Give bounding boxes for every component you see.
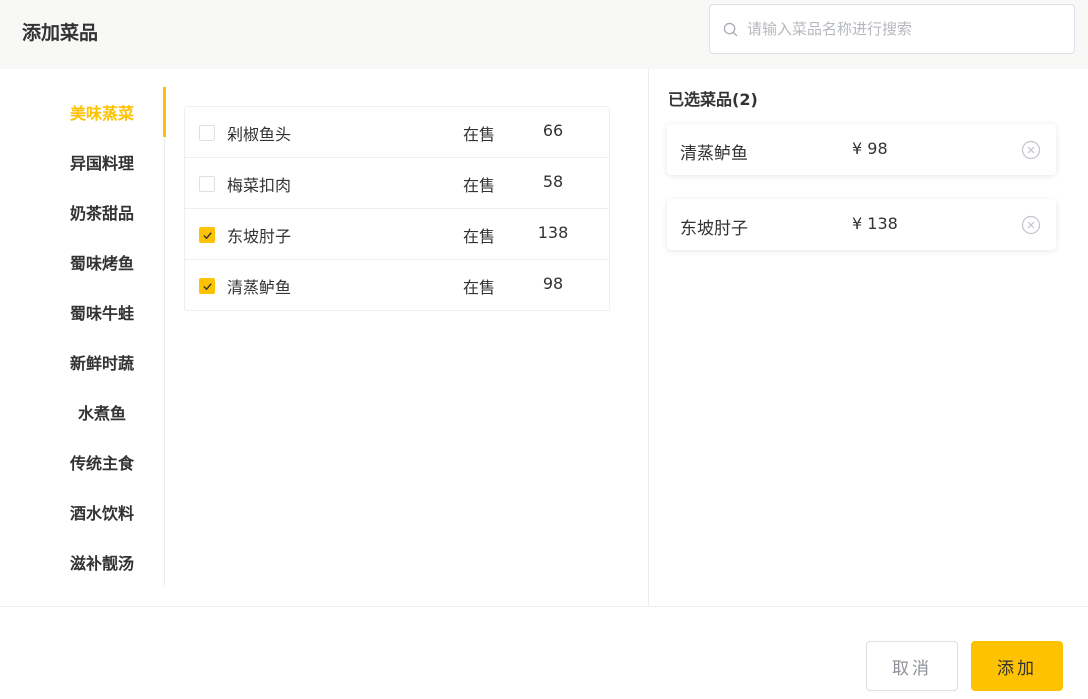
selected-item-price: ¥ 98 — [852, 139, 888, 158]
selected-item-name: 东坡肘子 — [680, 219, 748, 239]
category-item[interactable]: 新鲜时蔬 — [40, 337, 164, 387]
category-item[interactable]: 滋补靓汤 — [40, 537, 164, 587]
cancel-button[interactable]: 取消 — [866, 641, 958, 691]
selected-item-name: 清蒸鲈鱼 — [680, 144, 748, 164]
dish-row[interactable]: 梅菜扣肉 在售 58 — [185, 158, 609, 209]
category-item[interactable]: 奶茶甜品 — [40, 187, 164, 237]
category-item[interactable]: 异国料理 — [40, 137, 164, 187]
dish-name: 梅菜扣肉 — [227, 176, 292, 195]
dish-price: 58 — [542, 172, 564, 191]
dish-row[interactable]: 东坡肘子 在售 138 — [185, 209, 609, 260]
category-item[interactable]: 酒水饮料 — [40, 487, 164, 537]
check-icon — [203, 232, 212, 240]
close-circle-icon[interactable] — [1021, 140, 1041, 160]
category-item[interactable]: 蜀味牛蛙 — [40, 287, 164, 337]
dish-checkbox[interactable] — [199, 278, 215, 294]
dish-name: 清蒸鲈鱼 — [227, 278, 292, 297]
dish-name: 剁椒鱼头 — [227, 125, 292, 144]
category-item[interactable]: 传统主食 — [40, 437, 164, 487]
dish-price: 66 — [542, 121, 564, 140]
dialog-title: 添加菜品 — [22, 22, 99, 44]
add-button[interactable]: 添加 — [971, 641, 1063, 691]
dish-table: 剁椒鱼头 在售 66 梅菜扣肉 在售 58 东坡肘子 在售 138 清蒸鲈鱼 在… — [184, 106, 610, 311]
dish-status: 在售 — [463, 125, 496, 144]
dialog-header: 添加菜品 — [0, 0, 1088, 69]
selected-title: 已选菜品(2) — [668, 90, 758, 109]
dish-price: 138 — [537, 223, 569, 242]
selected-item: 东坡肘子 ¥ 138 — [667, 199, 1056, 250]
dish-price: 98 — [542, 274, 564, 293]
dish-checkbox[interactable] — [199, 227, 215, 243]
dish-status: 在售 — [463, 176, 496, 195]
search-box[interactable] — [709, 4, 1075, 54]
footer-divider — [0, 606, 1088, 607]
dish-name: 东坡肘子 — [227, 227, 292, 246]
dish-row[interactable]: 清蒸鲈鱼 在售 98 — [185, 260, 609, 311]
search-input[interactable] — [747, 20, 1047, 38]
panel-divider — [648, 69, 649, 606]
category-list: 美味蒸菜 异国料理 奶茶甜品 蜀味烤鱼 蜀味牛蛙 新鲜时蔬 水煮鱼 传统主食 酒… — [40, 87, 166, 587]
dish-row[interactable]: 剁椒鱼头 在售 66 — [185, 107, 609, 158]
selected-item-price: ¥ 138 — [852, 214, 898, 233]
check-icon — [203, 283, 212, 291]
category-item[interactable]: 蜀味烤鱼 — [40, 237, 164, 287]
close-circle-icon[interactable] — [1021, 215, 1041, 235]
dish-status: 在售 — [463, 227, 496, 246]
category-item[interactable]: 美味蒸菜 — [40, 87, 166, 137]
search-icon — [723, 22, 738, 36]
dish-checkbox[interactable] — [199, 176, 215, 192]
dish-checkbox[interactable] — [199, 125, 215, 141]
dish-status: 在售 — [463, 278, 496, 297]
selected-item: 清蒸鲈鱼 ¥ 98 — [667, 124, 1056, 175]
category-item[interactable]: 水煮鱼 — [40, 387, 164, 437]
